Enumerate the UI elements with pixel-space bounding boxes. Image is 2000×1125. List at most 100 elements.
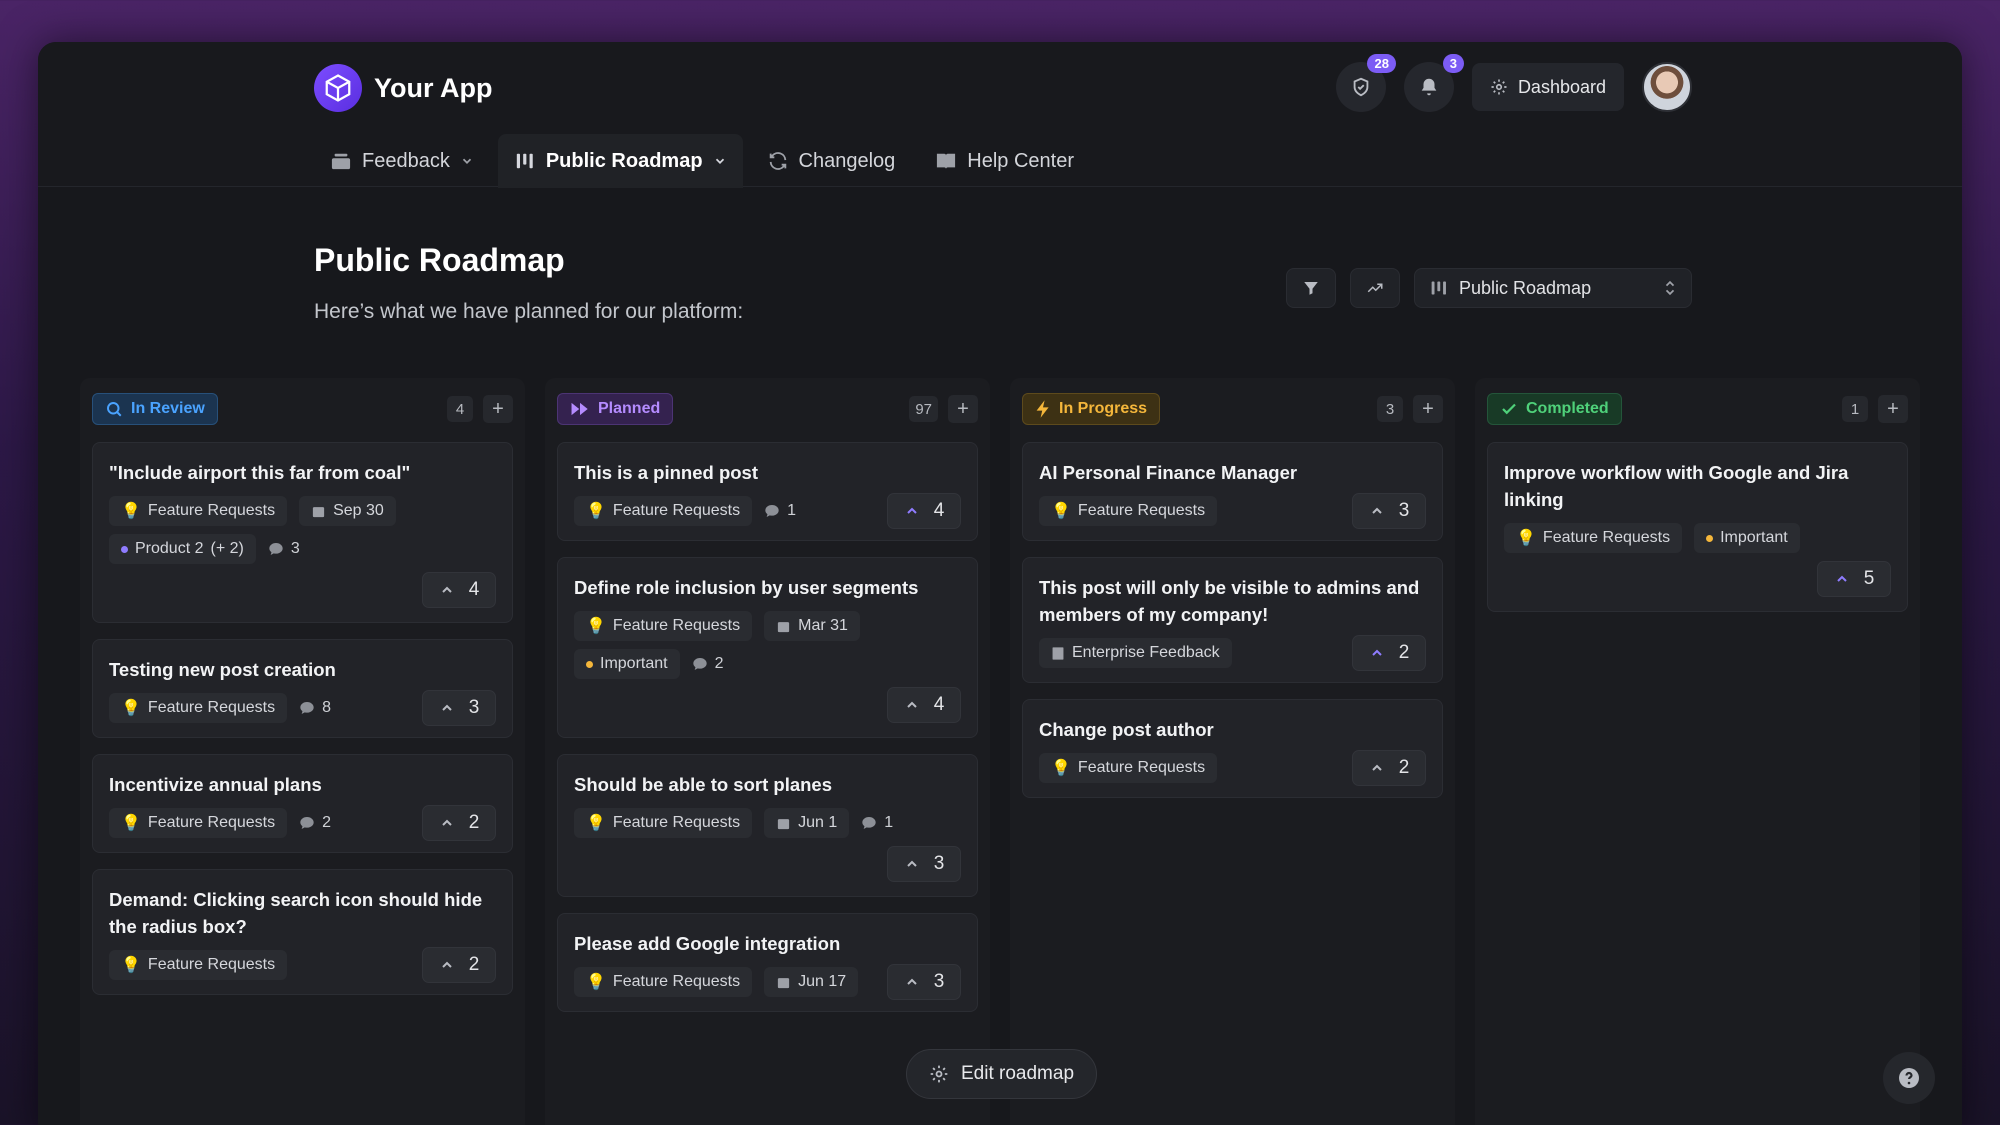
shield-button[interactable]: 28 [1335,54,1396,112]
vote-count: 5 [1863,568,1875,589]
comment-count: 2 [299,814,331,832]
lightbulb-icon: 💡 [121,503,141,520]
brand[interactable]: Your App [314,64,492,112]
upvote-button[interactable]: 2 [1352,635,1426,671]
trend-button[interactable] [1350,268,1400,308]
upvote-button[interactable]: 4 [422,572,496,608]
comment-count: 1 [861,814,893,832]
tag-label: Feature Requests [612,502,741,519]
post-card[interactable]: Please add Google integration 💡 Feature R… [557,913,978,1012]
product-tag[interactable]: Product 2 (+ 2) [109,534,256,564]
roadmap-select[interactable]: Public Roadmap [1414,268,1692,308]
category-tag[interactable]: Enterprise Feedback [1039,638,1232,668]
tag-label: Feature Requests [1077,502,1206,519]
post-card[interactable]: "Include airport this far from coal" 💡 Fe… [92,442,513,623]
notifications-button[interactable]: 3 [1403,54,1464,112]
status-label: Completed [1526,400,1609,417]
lightbulb-icon: 💡 [586,618,606,635]
upvote-button[interactable]: 3 [887,846,961,882]
add-post-button[interactable]: + [1413,395,1443,423]
nav-changelog[interactable]: Changelog [751,134,912,188]
nav-feedback[interactable]: Feedback [314,134,490,188]
upvote-button[interactable]: 2 [1352,750,1426,786]
category-tag[interactable]: 💡 Feature Requests [1039,496,1218,526]
chevron-down-icon [715,158,724,164]
post-card[interactable]: This post will only be visible to admins… [1022,557,1443,683]
help-button[interactable] [1883,1052,1935,1104]
chevron-up-icon [1371,507,1382,514]
top-bar: Your App 28 3 Dashboard Feedback Public … [38,42,1962,188]
column-header: In Review 4 + [92,392,513,426]
upvote-button[interactable]: 2 [422,947,496,983]
post-card[interactable]: Incentivize annual plans 💡 Feature Reques… [92,754,513,853]
category-tag[interactable]: 💡 Feature Requests [574,611,753,641]
add-post-button[interactable]: + [948,395,978,423]
calendar-icon [777,818,790,829]
vote-count: 2 [1398,642,1410,663]
post-card[interactable]: This is a pinned post 💡 Feature Requests … [557,442,978,541]
column-header: Completed 1 + [1487,392,1908,426]
category-tag[interactable]: 💡 Feature Requests [1039,753,1218,783]
header-actions: 28 3 Dashboard [1335,54,1692,112]
status-in-review[interactable]: In Review [92,393,218,425]
roadmap-icon [516,153,533,169]
vote-count: 4 [933,694,945,715]
status-planned[interactable]: Planned [557,393,674,425]
add-post-button[interactable]: + [1878,395,1908,423]
category-tag[interactable]: 💡 Feature Requests [109,808,288,838]
priority-tag[interactable]: Important [574,649,680,679]
category-tag[interactable]: 💡 Feature Requests [109,693,288,723]
post-card[interactable]: Change post author 💡 Feature Requests 2 [1022,699,1443,798]
dashboard-button[interactable]: Dashboard [1471,63,1624,111]
filter-icon [1304,282,1318,295]
upvote-button[interactable]: 3 [1352,493,1426,529]
status-in-progress[interactable]: In Progress [1022,393,1161,425]
column-actions: 3 + [1377,395,1443,423]
roadmap-board: In Review 4 + "Include airport this far … [80,378,1920,1125]
check-icon [1502,403,1516,415]
book-icon [937,153,956,170]
category-tag[interactable]: 💡 Feature Requests [574,967,753,997]
post-card[interactable]: Should be able to sort planes 💡 Feature R… [557,754,978,897]
post-tags: 💡 Feature Requests 1 4 [574,493,961,529]
vote-row: 4 [574,687,961,723]
building-icon [1052,646,1064,660]
post-card[interactable]: Demand: Clicking search icon should hide… [92,869,513,995]
post-title: This is a pinned post [574,462,758,483]
vote-count: 3 [933,971,945,992]
chevron-updown-icon [1665,280,1675,296]
category-tag[interactable]: 💡 Feature Requests [574,808,753,838]
upvote-button[interactable]: 2 [422,805,496,841]
upvote-button[interactable]: 3 [887,964,961,1000]
status-completed[interactable]: Completed [1487,393,1622,425]
filter-button[interactable] [1286,268,1336,308]
upvote-button[interactable]: 5 [1817,561,1891,597]
category-tag[interactable]: 💡 Feature Requests [109,496,288,526]
post-card[interactable]: Testing new post creation 💡 Feature Reque… [92,639,513,738]
post-title: "Include airport this far from coal" [109,462,411,483]
post-card[interactable]: Define role inclusion by user segments 💡… [557,557,978,738]
upvote-button[interactable]: 3 [422,690,496,726]
app-window: Your App 28 3 Dashboard Feedback Public … [38,42,1962,1125]
post-tags: 💡 Feature Requests 8 3 [109,690,496,726]
upvote-button[interactable]: 4 [887,687,961,723]
category-tag[interactable]: 💡 Feature Requests [1504,523,1683,553]
upvote-button[interactable]: 4 [887,493,961,529]
tag-label: Feature Requests [612,973,741,990]
priority-tag[interactable]: Important [1694,523,1800,553]
column-count: 3 [1377,396,1403,422]
category-tag[interactable]: 💡 Feature Requests [574,496,753,526]
post-tags: Enterprise Feedback 2 [1039,635,1426,671]
calendar-icon [777,621,790,632]
comment-icon [692,658,707,670]
post-title: Demand: Clicking search icon should hide… [109,889,483,937]
edit-roadmap-button[interactable]: Edit roadmap [906,1049,1098,1099]
comment-value: 1 [787,502,797,519]
nav-help-center[interactable]: Help Center [919,134,1090,188]
add-post-button[interactable]: + [483,395,513,423]
category-tag[interactable]: 💡 Feature Requests [109,950,288,980]
post-card[interactable]: AI Personal Finance Manager 💡 Feature Req… [1022,442,1443,541]
user-avatar[interactable] [1642,62,1692,112]
nav-public-roadmap[interactable]: Public Roadmap [497,134,743,188]
post-card[interactable]: Improve workflow with Google and Jira li… [1487,442,1908,612]
